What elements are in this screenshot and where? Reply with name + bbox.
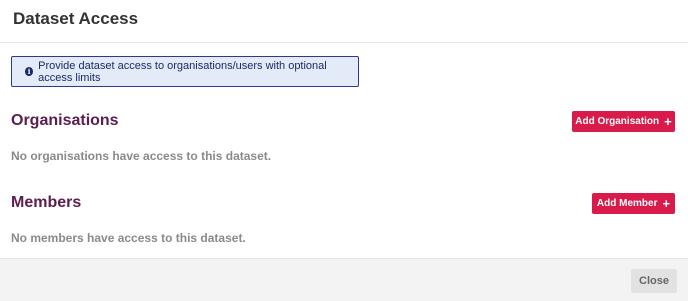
plus-icon: + xyxy=(662,196,671,211)
plus-icon: + xyxy=(664,114,672,129)
add-member-label: Add Member xyxy=(596,198,658,209)
modal-footer: Close xyxy=(0,258,688,301)
organisations-section-title: Organisations xyxy=(11,112,119,129)
add-organisation-button[interactable]: Add Organisation + xyxy=(572,111,675,132)
close-button[interactable]: Close xyxy=(631,269,677,293)
organisations-empty-text: No organisations have access to this dat… xyxy=(11,149,272,163)
members-empty-text: No members have access to this dataset. xyxy=(11,231,246,245)
info-alert-text: Provide dataset access to organisations/… xyxy=(38,59,327,84)
info-circle-icon: i xyxy=(25,67,34,76)
dataset-access-modal: Dataset Access i Provide dataset access … xyxy=(0,0,688,301)
modal-header: Dataset Access xyxy=(0,0,688,43)
members-section-title: Members xyxy=(11,194,82,211)
info-alert: i Provide dataset access to organisation… xyxy=(11,56,359,87)
modal-title: Dataset Access xyxy=(13,9,139,28)
add-organisation-label: Add Organisation xyxy=(575,116,660,127)
add-member-button[interactable]: Add Member + xyxy=(592,193,675,214)
